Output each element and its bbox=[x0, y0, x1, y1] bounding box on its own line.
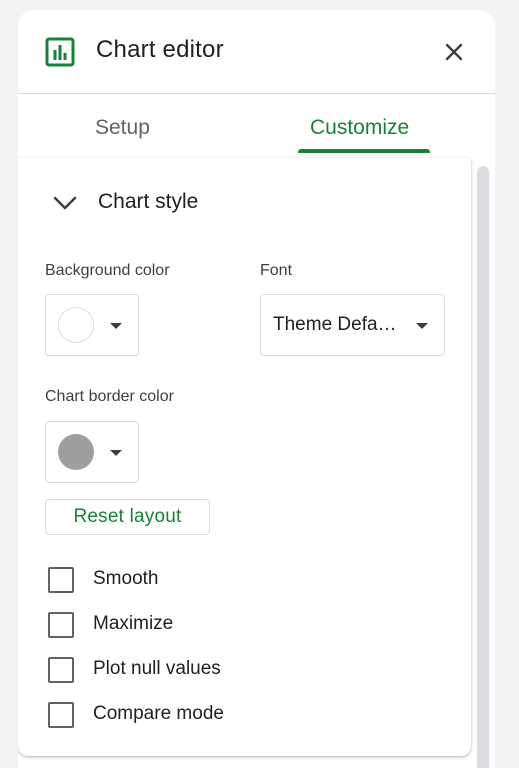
plot-null-values-checkbox[interactable] bbox=[48, 657, 74, 683]
reset-layout-button[interactable]: Reset layout bbox=[45, 499, 210, 535]
border-color-label: Chart border color bbox=[45, 388, 174, 405]
checkbox-label: Smooth bbox=[93, 568, 159, 589]
tab-setup[interactable]: Setup bbox=[95, 116, 150, 140]
active-tab-indicator bbox=[298, 149, 430, 153]
checkbox-label: Maximize bbox=[93, 613, 174, 634]
dropdown-arrow-icon bbox=[416, 323, 428, 329]
checkbox-label: Compare mode bbox=[93, 703, 224, 724]
tab-customize[interactable]: Customize bbox=[310, 116, 409, 140]
compare-mode-checkbox[interactable] bbox=[48, 702, 74, 728]
bar-chart-icon bbox=[45, 37, 75, 67]
close-icon[interactable] bbox=[442, 40, 466, 64]
dropdown-arrow-icon bbox=[110, 450, 122, 456]
border-color-picker[interactable] bbox=[45, 421, 139, 483]
reset-layout-label: Reset layout bbox=[73, 506, 182, 527]
chevron-down-icon bbox=[53, 196, 77, 210]
font-select-value: Theme Defa… bbox=[273, 314, 397, 335]
chart-editor-panel: Chart editor Setup Customize Chart style… bbox=[18, 10, 495, 768]
background-color-label: Background color bbox=[45, 262, 170, 279]
panel-title: Chart editor bbox=[96, 36, 224, 63]
panel-header: Chart editor bbox=[18, 10, 495, 94]
border-color-swatch bbox=[58, 434, 94, 470]
section-title: Chart style bbox=[98, 190, 199, 213]
tab-bar: Setup Customize bbox=[18, 94, 495, 156]
dropdown-arrow-icon bbox=[110, 323, 122, 329]
background-color-swatch bbox=[58, 307, 94, 343]
font-label: Font bbox=[260, 262, 293, 279]
chart-style-card: Chart style Background color Font Theme … bbox=[18, 158, 471, 756]
smooth-checkbox[interactable] bbox=[48, 567, 74, 593]
font-select[interactable]: Theme Defa… bbox=[260, 294, 445, 356]
scrollbar[interactable] bbox=[477, 166, 489, 768]
checkbox-label: Plot null values bbox=[93, 658, 221, 679]
background-color-picker[interactable] bbox=[45, 294, 139, 356]
maximize-checkbox[interactable] bbox=[48, 612, 74, 638]
